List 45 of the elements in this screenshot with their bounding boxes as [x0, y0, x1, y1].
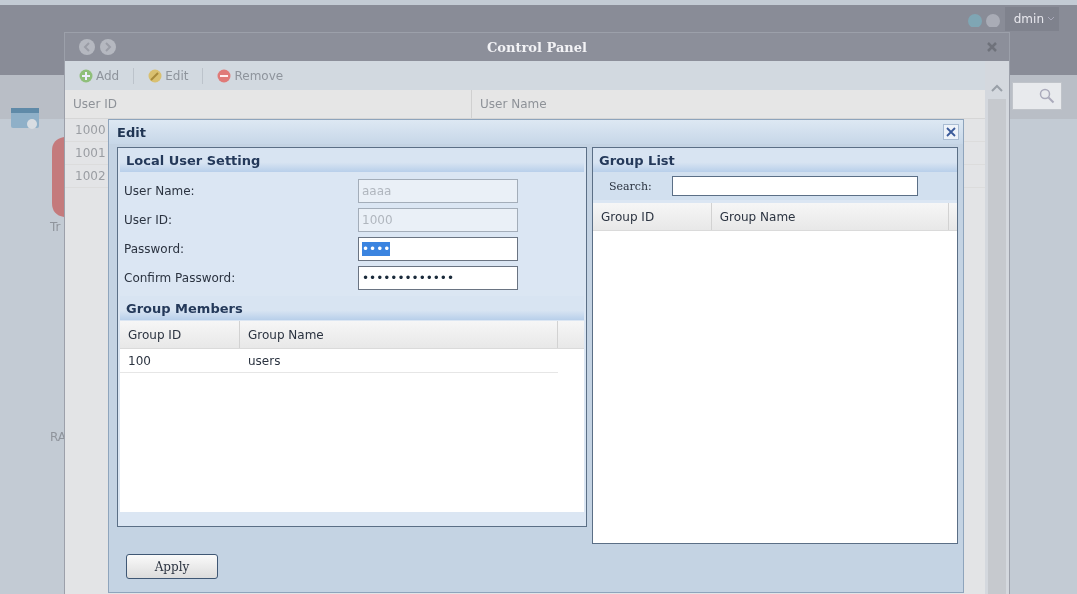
- dialog-title: Edit: [117, 124, 146, 140]
- field-label: Confirm Password:: [124, 270, 237, 285]
- forward-icon[interactable]: [99, 38, 117, 56]
- table-cell-text: 100: [127, 353, 152, 368]
- section-title: Group List: [599, 152, 675, 168]
- toolbar-button[interactable]: Add: [77, 68, 122, 83]
- caret-icon: [1047, 16, 1055, 22]
- field-label: User Name:: [124, 183, 196, 198]
- column-header[interactable]: Group Name: [711, 203, 949, 230]
- close-icon: [946, 127, 956, 137]
- input-field[interactable]: •••••••••••••: [358, 265, 518, 290]
- toolbar-button[interactable]: Remove: [215, 68, 286, 83]
- field-label: User ID:: [124, 212, 173, 227]
- toolbar-button[interactable]: Edit: [146, 68, 191, 83]
- scrollbar[interactable]: [985, 61, 1009, 594]
- window-icon[interactable]: [10, 106, 40, 132]
- section-title: Local User Setting: [126, 152, 261, 168]
- table-cell-text: users: [247, 353, 282, 368]
- close-button[interactable]: [943, 124, 959, 140]
- table-cell: 1001: [75, 146, 106, 160]
- user-menu[interactable]: dmin: [1005, 7, 1059, 31]
- close-icon[interactable]: [986, 41, 998, 53]
- table-cell: 1000: [75, 123, 106, 137]
- search-label: Search:: [609, 179, 652, 193]
- app-label: Tr: [50, 220, 61, 234]
- search-icon: [1039, 88, 1055, 104]
- apply-button[interactable]: Apply: [126, 554, 218, 579]
- edit-icon: [148, 68, 163, 83]
- scroll-up-icon[interactable]: [990, 83, 1004, 93]
- column-header[interactable]: Group ID: [593, 203, 712, 230]
- add-icon: [79, 68, 93, 83]
- column-header[interactable]: Group ID: [120, 321, 240, 348]
- section-title: Group Members: [126, 300, 243, 316]
- search-field[interactable]: [1012, 82, 1062, 110]
- table-cell: 1002: [75, 169, 106, 183]
- input-field[interactable]: ••••: [358, 236, 518, 261]
- remove-icon: [217, 68, 232, 83]
- app-icon[interactable]: [50, 137, 64, 217]
- window-title: Control Panel: [487, 39, 587, 55]
- search-field[interactable]: [671, 176, 918, 196]
- field-label: Password:: [124, 241, 186, 256]
- column-header[interactable]: User ID: [65, 90, 472, 118]
- back-icon[interactable]: [78, 38, 96, 56]
- column-header[interactable]: User Name: [472, 90, 985, 118]
- column-header[interactable]: Group Name: [240, 321, 558, 348]
